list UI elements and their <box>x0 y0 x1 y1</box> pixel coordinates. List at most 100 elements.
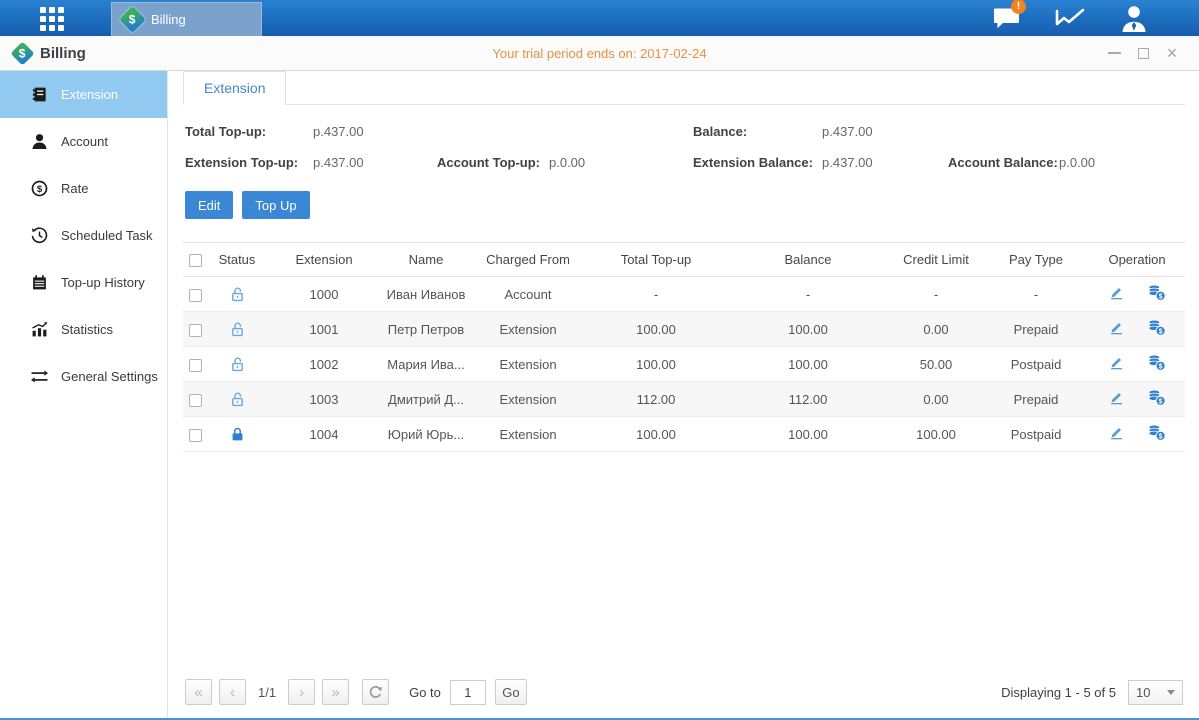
line-chart-icon[interactable] <box>1053 4 1087 32</box>
cell-credit-limit: - <box>889 277 983 312</box>
row-checkbox[interactable] <box>189 324 202 337</box>
refresh-icon[interactable] <box>362 679 389 705</box>
row-checkbox[interactable] <box>189 429 202 442</box>
cell-balance: 100.00 <box>727 417 889 452</box>
select-all-checkbox[interactable] <box>189 254 202 267</box>
edit-row-icon[interactable] <box>1108 354 1125 374</box>
status-lock-icon <box>229 285 246 300</box>
bar-chart-icon <box>30 321 48 339</box>
sidebar-item-label: Rate <box>61 181 88 196</box>
cell-name: Мария Ива... <box>381 347 471 382</box>
account-topup-value: p.0.00 <box>549 155 585 170</box>
table-row[interactable]: 1001 Петр Петров Extension 100.00 100.00… <box>183 312 1185 347</box>
tab-strip: Extension <box>183 71 1185 105</box>
close-button[interactable]: × <box>1165 46 1179 60</box>
cell-extension: 1003 <box>267 382 381 417</box>
status-lock-icon <box>229 355 246 370</box>
extension-balance-value: p.437.00 <box>822 155 873 170</box>
top-up-button[interactable]: Top Up <box>242 191 309 219</box>
edit-row-icon[interactable] <box>1108 284 1125 304</box>
sidebar-item-label: Extension <box>61 87 118 102</box>
taskbar-billing-tab[interactable]: $ Billing <box>111 2 262 36</box>
cell-pay-type: Prepaid <box>983 312 1089 347</box>
total-topup-value: p.437.00 <box>313 124 364 139</box>
trial-notice: Your trial period ends on: 2017-02-24 <box>0 46 1199 61</box>
cell-balance: - <box>727 277 889 312</box>
edit-row-icon[interactable] <box>1108 424 1125 444</box>
taskbar-tab-label: Billing <box>151 12 186 27</box>
tab-extension[interactable]: Extension <box>183 71 286 105</box>
action-buttons: Edit Top Up <box>185 191 1185 219</box>
chat-icon[interactable]: ! <box>989 4 1023 32</box>
person-icon <box>30 133 48 151</box>
window-title-label: Billing <box>40 45 86 62</box>
sidebar-item-topup-history[interactable]: Top-up History <box>0 259 167 306</box>
edit-row-icon[interactable] <box>1108 319 1125 339</box>
cell-total-topup: 100.00 <box>585 417 727 452</box>
calendar-icon <box>30 274 48 292</box>
account-balance-value: p.0.00 <box>1059 155 1095 170</box>
cell-extension: 1000 <box>267 277 381 312</box>
sidebar-item-label: General Settings <box>61 369 158 384</box>
extension-balance-label: Extension Balance: <box>693 155 822 170</box>
col-status: Status <box>207 243 267 277</box>
sidebar-item-account[interactable]: Account <box>0 118 167 165</box>
balance-label: Balance: <box>693 124 822 139</box>
table-row[interactable]: 1000 Иван Иванов Account - - - - $ <box>183 277 1185 312</box>
top-up-row-icon[interactable]: $ <box>1147 284 1166 304</box>
sidebar-item-extension[interactable]: Extension <box>0 71 167 118</box>
sidebar-item-scheduled-task[interactable]: Scheduled Task <box>0 212 167 259</box>
edit-row-icon[interactable] <box>1108 389 1125 409</box>
top-up-row-icon[interactable]: $ <box>1147 354 1166 374</box>
status-lock-icon <box>229 320 246 335</box>
extension-topup-label: Extension Top-up: <box>185 155 313 170</box>
last-page-button[interactable]: » <box>322 679 349 705</box>
cell-credit-limit: 0.00 <box>889 312 983 347</box>
window-title: $ Billing <box>14 45 86 62</box>
dollar-circle-icon: $ <box>30 180 48 198</box>
table-row[interactable]: 1003 Дмитрий Д... Extension 112.00 112.0… <box>183 382 1185 417</box>
window-controls: × <box>1107 46 1185 60</box>
sidebar-item-label: Top-up History <box>61 275 145 290</box>
cell-charged-from: Extension <box>471 312 585 347</box>
row-checkbox[interactable] <box>189 359 202 372</box>
cell-balance: 112.00 <box>727 382 889 417</box>
next-page-button[interactable]: › <box>288 679 315 705</box>
cell-pay-type: Prepaid <box>983 382 1089 417</box>
cell-name: Петр Петров <box>381 312 471 347</box>
cell-credit-limit: 100.00 <box>889 417 983 452</box>
user-icon[interactable] <box>1117 4 1151 32</box>
table-row[interactable]: 1002 Мария Ива... Extension 100.00 100.0… <box>183 347 1185 382</box>
status-lock-icon <box>229 425 246 440</box>
edit-button[interactable]: Edit <box>185 191 233 219</box>
first-page-button[interactable]: « <box>185 679 212 705</box>
app-menu-icon[interactable] <box>40 7 64 31</box>
go-button[interactable]: Go <box>495 679 527 705</box>
cell-charged-from: Extension <box>471 417 585 452</box>
col-pay-type: Pay Type <box>983 243 1089 277</box>
page-size-select[interactable]: 10 <box>1128 680 1183 705</box>
table-header-row: Status Extension Name Charged From Total… <box>183 243 1185 277</box>
extension-topup-value: p.437.00 <box>313 155 364 170</box>
top-up-row-icon[interactable]: $ <box>1147 319 1166 339</box>
minimize-button[interactable] <box>1107 46 1121 60</box>
sidebar-item-general-settings[interactable]: General Settings <box>0 353 167 400</box>
pagination-bar: « ‹ 1/1 › » Go to Go Displaying 1 - 5 of… <box>183 679 1185 718</box>
sidebar-item-label: Scheduled Task <box>61 228 153 243</box>
col-balance: Balance <box>727 243 889 277</box>
top-up-row-icon[interactable]: $ <box>1147 389 1166 409</box>
cell-name: Юрий Юрь... <box>381 417 471 452</box>
table-row[interactable]: 1004 Юрий Юрь... Extension 100.00 100.00… <box>183 417 1185 452</box>
prev-page-button[interactable]: ‹ <box>219 679 246 705</box>
maximize-button[interactable] <box>1136 46 1150 60</box>
top-up-row-icon[interactable]: $ <box>1147 424 1166 444</box>
goto-page-input[interactable] <box>450 680 486 705</box>
row-checkbox[interactable] <box>189 289 202 302</box>
row-checkbox[interactable] <box>189 394 202 407</box>
col-extension: Extension <box>267 243 381 277</box>
cell-extension: 1002 <box>267 347 381 382</box>
billing-app-window: $ Billing ! <box>0 0 1199 720</box>
sidebar-item-rate[interactable]: $ Rate <box>0 165 167 212</box>
col-name: Name <box>381 243 471 277</box>
sidebar-item-statistics[interactable]: Statistics <box>0 306 167 353</box>
